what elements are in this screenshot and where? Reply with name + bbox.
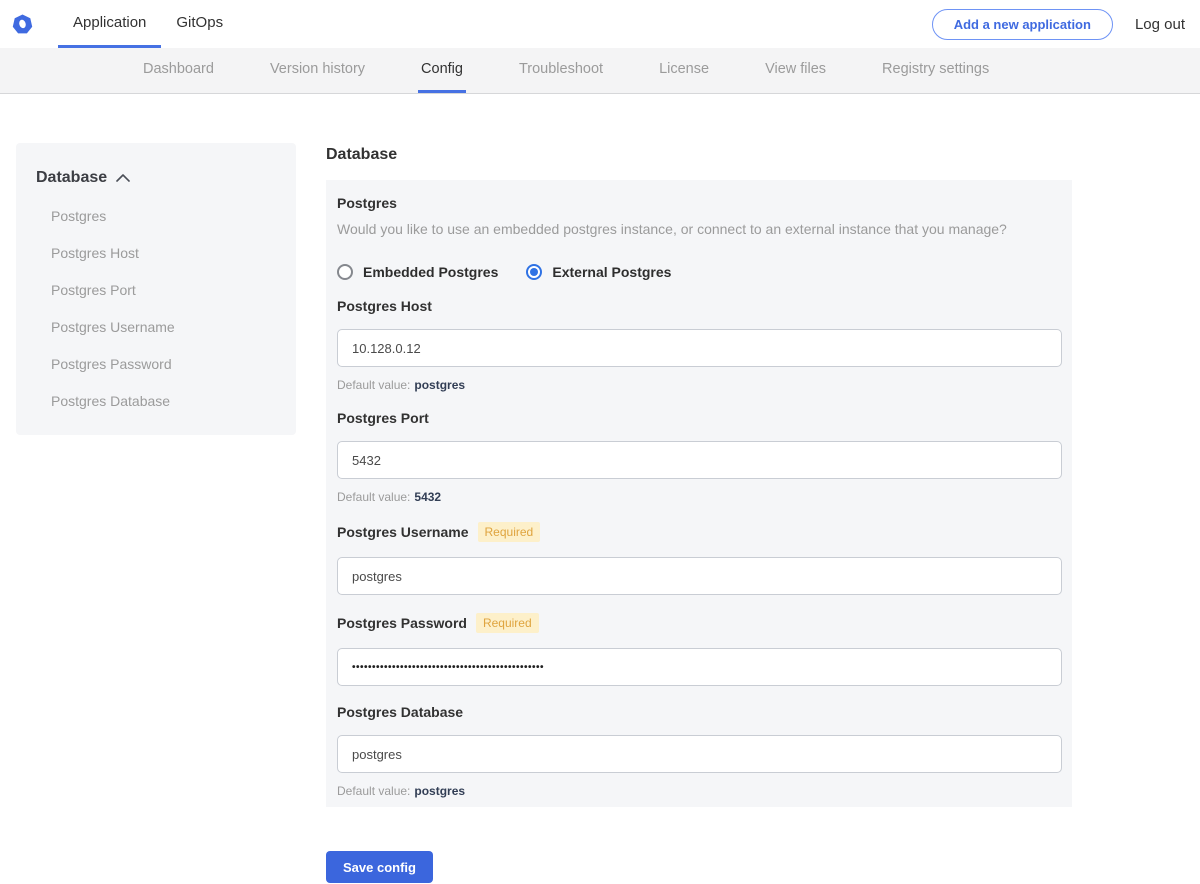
radio-external-postgres[interactable]: External Postgres	[526, 264, 671, 280]
postgres-password-label: Postgres Password	[337, 615, 467, 631]
sidebar-item-postgres-database[interactable]: Postgres Database	[26, 393, 286, 409]
radio-embedded-postgres-label: Embedded Postgres	[363, 264, 499, 280]
default-value: postgres	[414, 378, 466, 392]
default-value: 5432	[414, 490, 442, 504]
field-postgres-database: Postgres Database Default value:postgres	[337, 704, 1062, 798]
save-config-button[interactable]: Save config	[326, 851, 433, 883]
subnav-item-dashboard[interactable]: Dashboard	[140, 48, 217, 93]
sidebar-group-database-label: Database	[36, 169, 108, 186]
required-badge: Required	[475, 613, 539, 633]
postgres-host-default: Default value: postgres	[337, 378, 1062, 392]
app-subnav: Dashboard Version history Config Trouble…	[0, 48, 1200, 94]
postgres-help-text: Would you like to use an embedded postgr…	[337, 221, 1007, 237]
subnav-item-registry-settings[interactable]: Registry settings	[879, 48, 992, 93]
sidebar-item-postgres-password[interactable]: Postgres Password	[26, 356, 286, 372]
subnav-dashboard-label: Dashboard	[143, 61, 214, 77]
top-nav-right: Add a new application Log out	[931, 0, 1185, 48]
postgres-port-input[interactable]	[337, 441, 1062, 479]
subnav-config-label: Config	[421, 61, 463, 77]
postgres-host-label: Postgres Host	[337, 298, 432, 314]
tab-gitops[interactable]: GitOps	[161, 0, 238, 48]
subnav-view-files-label: View files	[765, 61, 827, 77]
tab-application[interactable]: Application	[58, 0, 162, 48]
default-prefix: Default value:	[337, 490, 411, 504]
required-badge: Required	[477, 522, 541, 542]
app-logo-heptagon-icon	[12, 14, 33, 33]
sidebar-item-postgres-username[interactable]: Postgres Username	[26, 319, 286, 335]
tab-application-label: Application	[73, 14, 147, 31]
default-value: postgres	[414, 784, 466, 798]
subnav-item-config[interactable]: Config	[418, 48, 466, 93]
sidebar-item-postgres-host[interactable]: Postgres Host	[26, 245, 286, 261]
postgres-password-input[interactable]	[337, 648, 1062, 686]
sidebar-item-postgres-port[interactable]: Postgres Port	[26, 282, 286, 298]
field-postgres-username: Postgres Username Required	[337, 522, 1062, 595]
config-main: Database Postgres Would you like to use …	[326, 143, 1072, 883]
logout-button[interactable]: Log out	[1135, 16, 1185, 33]
default-prefix: Default value:	[337, 784, 411, 798]
field-postgres-host: Postgres Host Default value:postgres	[337, 298, 1062, 392]
postgres-database-default: Default value: postgres	[337, 784, 1062, 798]
subnav-item-license[interactable]: License	[656, 48, 712, 93]
field-postgres-port: Postgres Port Default value:5432	[337, 410, 1062, 504]
subnav-item-view-files[interactable]: View files	[762, 48, 829, 93]
group-label-postgres: Postgres	[337, 195, 397, 211]
app-logo	[12, 0, 33, 48]
postgres-port-default: Default value: 5432	[337, 490, 1062, 504]
postgres-username-label: Postgres Username	[337, 524, 469, 540]
default-prefix: Default value:	[337, 378, 411, 392]
chevron-up-icon	[116, 174, 130, 182]
subnav-license-label: License	[659, 61, 710, 77]
radio-external-postgres-label: External Postgres	[552, 264, 672, 280]
page-title: Database	[326, 146, 398, 163]
top-nav: Application GitOps Add a new application…	[0, 0, 1200, 48]
config-content: Database Postgres Postgres Host Postgres…	[0, 94, 1200, 883]
field-postgres-password: Postgres Password Required	[337, 613, 1062, 686]
postgres-database-input[interactable]	[337, 735, 1062, 773]
sidebar-item-postgres[interactable]: Postgres	[26, 208, 286, 224]
radio-unchecked-icon	[337, 264, 353, 280]
postgres-port-label: Postgres Port	[337, 410, 429, 426]
database-config-panel: Postgres Would you like to use an embedd…	[326, 180, 1072, 807]
postgres-username-input[interactable]	[337, 557, 1062, 595]
subnav-version-history-label: Version history	[269, 61, 366, 77]
postgres-database-label: Postgres Database	[337, 704, 464, 720]
subnav-troubleshoot-label: Troubleshoot	[518, 61, 604, 77]
postgres-mode-radio-group: Embedded Postgres External Postgres	[337, 264, 1062, 280]
subnav-item-troubleshoot[interactable]: Troubleshoot	[516, 48, 606, 93]
top-tabs: Application GitOps	[58, 0, 238, 48]
add-application-button[interactable]: Add a new application	[931, 8, 1113, 40]
radio-checked-icon	[526, 264, 543, 280]
subnav-registry-settings-label: Registry settings	[882, 61, 990, 77]
config-sidebar: Database Postgres Postgres Host Postgres…	[16, 143, 296, 435]
sidebar-group-database-toggle[interactable]: Database	[26, 169, 286, 187]
subnav-item-version-history[interactable]: Version history	[267, 48, 368, 93]
postgres-host-input[interactable]	[337, 329, 1062, 367]
radio-embedded-postgres[interactable]: Embedded Postgres	[337, 264, 498, 280]
tab-gitops-label: GitOps	[176, 14, 224, 31]
